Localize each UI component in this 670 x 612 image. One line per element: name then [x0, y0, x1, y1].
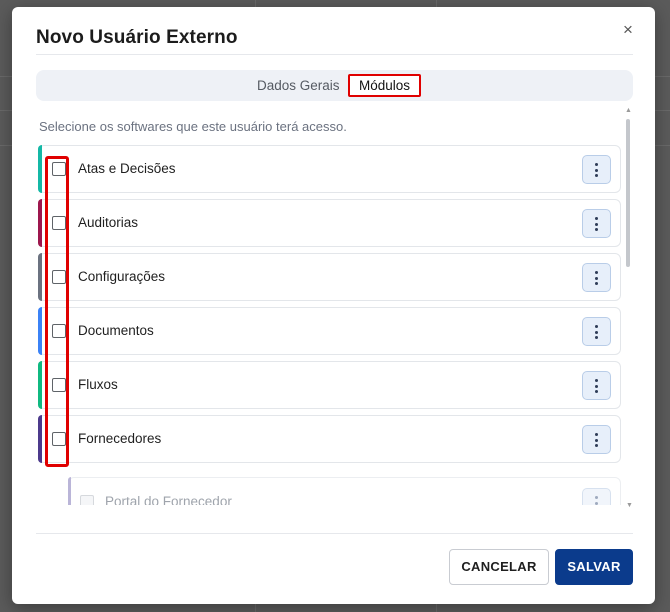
module-accent — [38, 361, 42, 409]
kebab-menu-icon[interactable] — [582, 155, 611, 184]
module-accent — [38, 307, 42, 355]
modules-hint-text: Selecione os softwares que este usuário … — [39, 119, 347, 134]
scroll-up-arrow-icon[interactable]: ▲ — [625, 107, 632, 114]
module-accent — [38, 253, 42, 301]
module-checkbox[interactable] — [52, 216, 66, 230]
kebab-menu-icon[interactable] — [582, 371, 611, 400]
tab-dados-gerais[interactable]: Dados Gerais — [257, 70, 340, 101]
submodule-checkbox[interactable] — [80, 495, 94, 505]
module-checkbox[interactable] — [52, 270, 66, 284]
module-checkbox[interactable] — [52, 324, 66, 338]
module-label: Documentos — [78, 323, 154, 338]
tab-bar: Dados Gerais Módulos — [36, 70, 633, 101]
module-checkbox[interactable] — [52, 378, 66, 392]
module-label: Atas e Decisões — [78, 161, 176, 176]
scrollbar[interactable]: ▲ ▼ — [625, 107, 633, 509]
module-row-documentos[interactable]: Documentos — [38, 307, 621, 355]
module-row-fluxos[interactable]: Fluxos — [38, 361, 621, 409]
module-label: Fornecedores — [78, 431, 162, 446]
close-icon[interactable]: × — [619, 21, 637, 39]
cancel-button[interactable]: CANCELAR — [449, 549, 549, 585]
kebab-menu-icon[interactable] — [582, 317, 611, 346]
module-checkbox[interactable] — [52, 162, 66, 176]
module-accent — [38, 415, 42, 463]
module-row-configuracoes[interactable]: Configurações — [38, 253, 621, 301]
module-accent — [38, 145, 42, 193]
module-accent — [38, 199, 42, 247]
footer-divider — [36, 533, 633, 534]
kebab-menu-icon[interactable] — [582, 209, 611, 238]
module-row-fornecedores[interactable]: Fornecedores — [38, 415, 621, 463]
title-divider — [36, 54, 633, 55]
module-label: Fluxos — [78, 377, 118, 392]
module-row-atas-e-decisoes[interactable]: Atas e Decisões — [38, 145, 621, 193]
kebab-menu-icon[interactable] — [582, 425, 611, 454]
scroll-down-arrow-icon[interactable]: ▼ — [626, 502, 633, 509]
modules-scroll-area[interactable]: Selecione os softwares que este usuário … — [36, 107, 633, 505]
new-external-user-dialog: Novo Usuário Externo × Dados Gerais Módu… — [12, 7, 655, 604]
module-label: Configurações — [78, 269, 166, 284]
kebab-menu-icon[interactable] — [582, 488, 611, 505]
submodule-accent — [68, 477, 71, 505]
submodule-label: Portal do Fornecedor — [105, 494, 232, 505]
module-row-auditorias[interactable]: Auditorias — [38, 199, 621, 247]
tab-modulos[interactable]: Módulos — [348, 74, 422, 97]
save-button[interactable]: SALVAR — [555, 549, 633, 585]
submodule-row-portal-do-fornecedor[interactable]: Portal do Fornecedor — [68, 477, 621, 505]
kebab-menu-icon[interactable] — [582, 263, 611, 292]
dialog-title: Novo Usuário Externo — [36, 27, 238, 48]
scrollbar-thumb[interactable] — [626, 119, 630, 267]
module-checkbox[interactable] — [52, 432, 66, 446]
module-label: Auditorias — [78, 215, 139, 230]
